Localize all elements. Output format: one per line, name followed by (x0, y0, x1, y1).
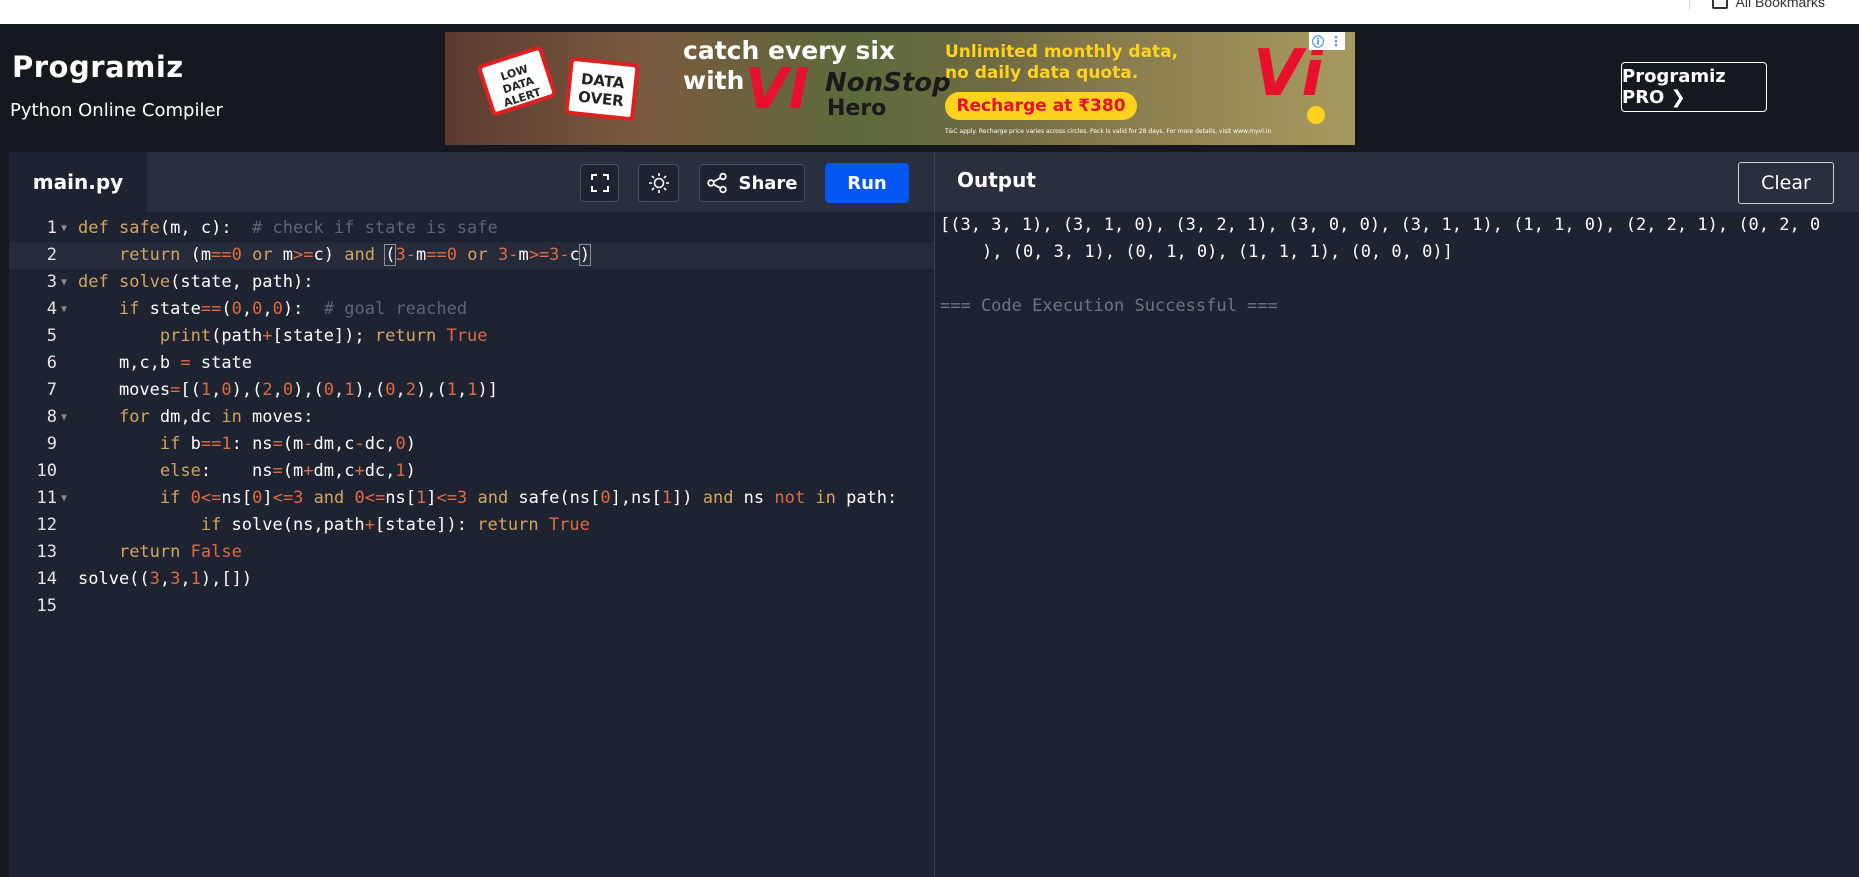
share-icon (707, 172, 728, 194)
code-line[interactable]: 1 ▼ def safe(m, c): # check if state is sa… (9, 215, 934, 242)
ad-no-daily-text: no daily data quota. (945, 63, 1139, 83)
run-button[interactable]: Run (825, 163, 909, 203)
code-line[interactable]: 9 if b==1: ns=(m-dm,c-dc,0) (9, 431, 934, 458)
line-number: 15 (36, 596, 57, 616)
code-line[interactable]: 3 ▼ def solve(state, path): (9, 269, 934, 296)
programiz-logo[interactable]: Programiz (12, 50, 184, 84)
code-editor[interactable]: 1 ▼ def safe(m, c): # check if state is sa… (9, 212, 934, 877)
code-line[interactable]: 2 return (m==0 or m>=c) and (3-m==0 or 3… (9, 242, 934, 269)
ad-hero-text: Hero (827, 96, 887, 121)
line-number: 7 (46, 380, 57, 400)
line-number: 1 (46, 218, 57, 238)
ad-sign-data-over: DATA OVER (564, 56, 640, 122)
code-line[interactable]: 8 ▼ for dm,dc in moves: (9, 404, 934, 431)
ad-nonstop-text: NonStop (825, 68, 951, 98)
share-label: Share (738, 172, 798, 194)
fold-arrow-icon[interactable]: ▼ (61, 404, 67, 431)
line-number: 9 (46, 434, 57, 454)
line-number: 3 (46, 272, 57, 292)
line-number: 5 (46, 326, 57, 346)
execution-status: === Code Execution Successful === (940, 296, 1278, 316)
line-number: 4 (46, 299, 57, 319)
fullscreen-button[interactable] (580, 164, 619, 202)
line-number: 11 (36, 488, 57, 508)
file-tab-main-py[interactable]: main.py (9, 152, 147, 212)
ad-vi-logo: VI (745, 57, 810, 122)
ad-brand-dot (1307, 106, 1325, 124)
line-number: 8 (46, 407, 57, 427)
page-subtitle: Python Online Compiler (10, 100, 223, 121)
output-header (935, 152, 1859, 212)
code-line[interactable]: 11 ▼ if 0<=ns[0]<=3 and 0<=ns[1]<=3 and s… (9, 485, 934, 512)
fold-arrow-icon[interactable]: ▼ (61, 215, 67, 242)
code-line[interactable]: 5 print(path+[state]); return True (9, 323, 934, 350)
ad-recharge-button[interactable]: Recharge at ₹380 (945, 92, 1137, 120)
fold-arrow-icon[interactable]: ▼ (61, 485, 67, 512)
output-title: Output (957, 168, 1036, 192)
code-line[interactable]: 14 solve((3,3,1),[]) (9, 566, 934, 593)
output-console[interactable]: [(3, 3, 1), (3, 1, 0), (3, 2, 1), (3, 0,… (940, 212, 1850, 320)
code-line[interactable]: 7 moves=[(1,0),(2,0),(0,1),(0,2),(1,1)] (9, 377, 934, 404)
ad-choices[interactable]: ⓘ ⋮ (1309, 32, 1345, 50)
ad-menu-icon[interactable]: ⋮ (1330, 34, 1342, 48)
ad-sign-low-data: LOW DATA ALERT (476, 44, 558, 118)
all-bookmarks-link[interactable]: All Bookmarks (1688, 0, 1825, 10)
ad-with-text: with (683, 66, 745, 95)
pane-divider[interactable] (934, 152, 935, 877)
line-number: 2 (46, 245, 57, 265)
line-number: 10 (36, 461, 57, 481)
code-line[interactable]: 15 (9, 593, 934, 620)
fold-arrow-icon[interactable]: ▼ (61, 296, 67, 323)
all-bookmarks-label: All Bookmarks (1735, 0, 1825, 10)
programiz-pro-button[interactable]: Programiz PRO ❯ (1621, 62, 1767, 112)
info-icon[interactable]: ⓘ (1312, 33, 1324, 50)
browser-bookmarks-bar: All Bookmarks (0, 0, 1859, 25)
code-line[interactable]: 12 if solve(ns,path+[state]): return Tru… (9, 512, 934, 539)
code-line[interactable]: 10 else: ns=(m+dm,c+dc,1) (9, 458, 934, 485)
ad-terms-text: T&C apply. Recharge price varies across … (945, 128, 1272, 135)
code-line[interactable]: 4 ▼ if state==(0,0,0): # goal reached (9, 296, 934, 323)
code-line[interactable]: 13 return False (9, 539, 934, 566)
code-line[interactable]: 6 m,c,b = state (9, 350, 934, 377)
clear-button[interactable]: Clear (1738, 162, 1834, 204)
theme-sun-icon (648, 173, 669, 193)
fullscreen-icon (590, 174, 609, 192)
output-line: [(3, 3, 1), (3, 1, 0), (3, 2, 1), (3, 0,… (940, 215, 1821, 235)
ad-brand-logo: Vi (1253, 37, 1324, 111)
line-number: 14 (36, 569, 57, 589)
output-line-wrapped: ), (0, 3, 1), (0, 1, 0), (1, 1, 1), (0, … (982, 242, 1453, 262)
advertisement-banner[interactable]: LOW DATA ALERT DATA OVER catch every six… (445, 32, 1355, 145)
theme-toggle-button[interactable] (638, 164, 679, 202)
ad-unlimited-text: Unlimited monthly data, (945, 42, 1179, 62)
line-number: 13 (36, 542, 57, 562)
bookmark-separator (1688, 0, 1690, 10)
left-gutter-strip (0, 152, 9, 877)
line-number: 6 (46, 353, 57, 373)
line-number: 12 (36, 515, 57, 535)
share-button[interactable]: Share (699, 164, 805, 202)
bookmark-folder-icon (1711, 0, 1728, 9)
fold-arrow-icon[interactable]: ▼ (61, 269, 67, 296)
